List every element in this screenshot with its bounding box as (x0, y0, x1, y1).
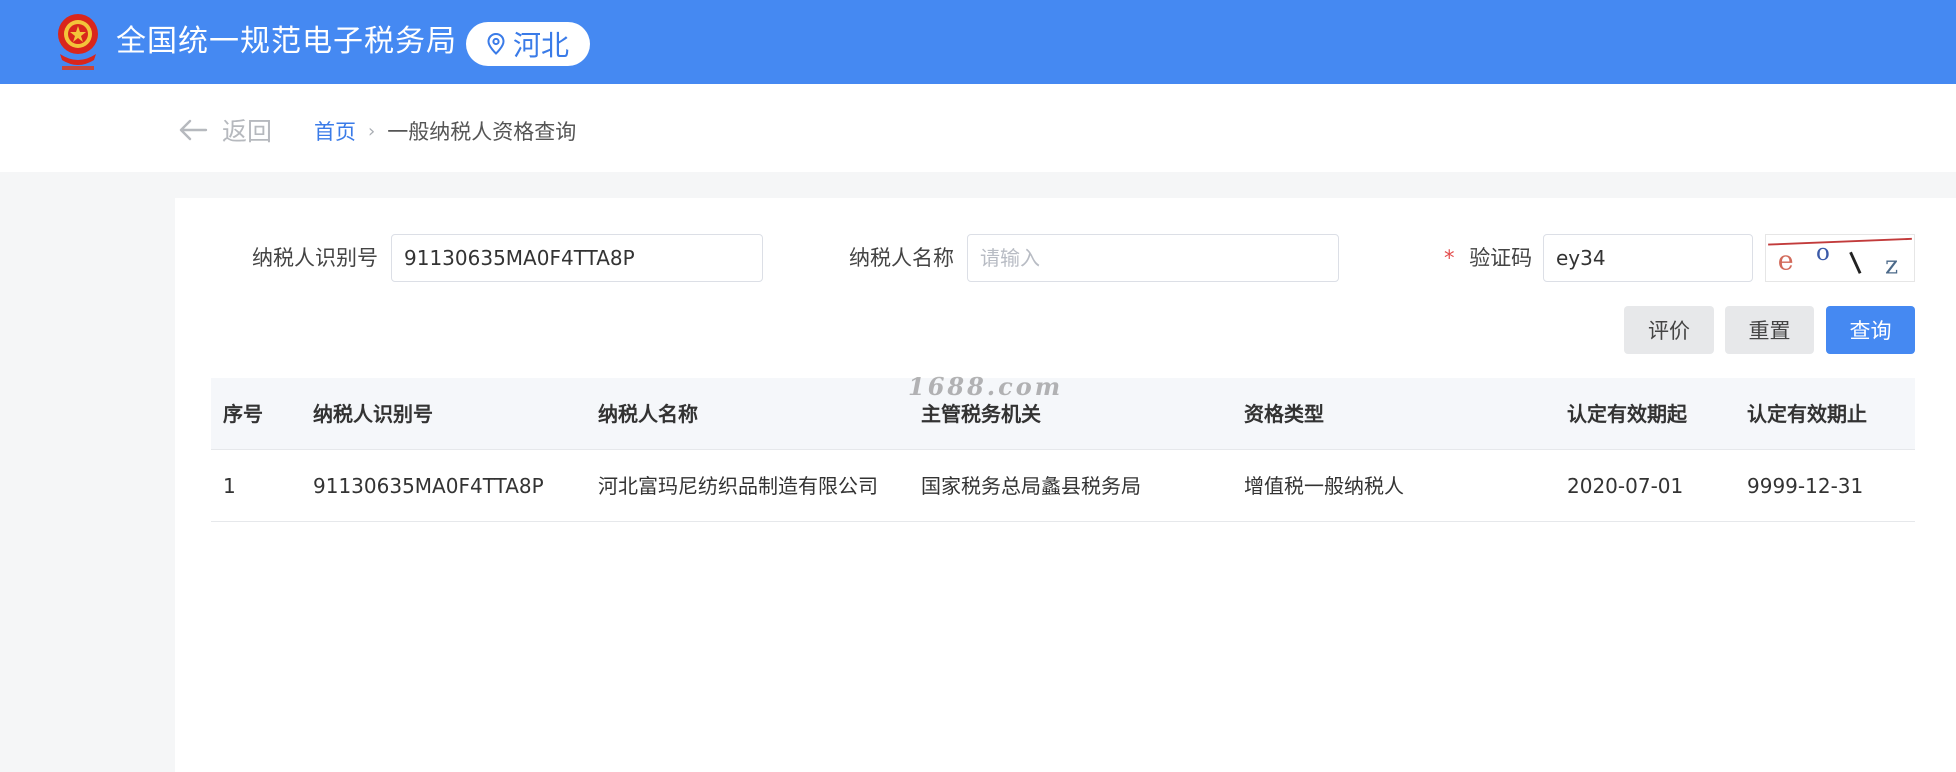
watermark: 1688.com (908, 372, 1064, 401)
taxpayer-name-input[interactable] (967, 234, 1339, 282)
taxpayer-id-input[interactable] (391, 234, 763, 282)
app-title: 全国统一规范电子税务局 (116, 24, 457, 59)
column-header-taxpayer-name: 纳税人名称 (598, 402, 698, 426)
cell-taxpayer-name: 河北富玛尼纺织品制造有限公司 (598, 474, 878, 498)
required-asterisk: * (1444, 246, 1455, 270)
captcha-char-4: z (1885, 250, 1898, 279)
column-header-index: 序号 (223, 402, 263, 426)
taxpayer-id-label: 纳税人识别号 (252, 246, 378, 270)
table-row: 1 91130635MA0F4TTA8P 河北富玛尼纺织品制造有限公司 国家税务… (211, 450, 1915, 522)
query-button[interactable]: 查询 (1826, 306, 1915, 354)
cell-index: 1 (223, 474, 236, 498)
top-header: 全国统一规范电子税务局 河北 (0, 0, 1956, 84)
cell-tax-authority: 国家税务总局蠡县税务局 (921, 474, 1141, 498)
cell-valid-from: 2020-07-01 (1567, 474, 1684, 498)
column-header-taxpayer-id: 纳税人识别号 (313, 402, 433, 426)
cell-valid-to: 9999-12-31 (1747, 474, 1864, 498)
captcha-image[interactable]: e o z (1765, 234, 1915, 282)
cell-taxpayer-id: 91130635MA0F4TTA8P (313, 474, 544, 498)
column-header-qualification-type: 资格类型 (1244, 402, 1324, 426)
captcha-char-1: e (1778, 246, 1794, 277)
chevron-right-icon: › (368, 120, 376, 142)
column-header-valid-from: 认定有效期起 (1567, 402, 1687, 426)
column-header-valid-to: 认定有效期止 (1747, 402, 1867, 426)
breadcrumb-current: 一般纳税人资格查询 (387, 120, 577, 144)
captcha-label: 验证码 (1469, 246, 1533, 270)
captcha-input[interactable] (1543, 234, 1753, 282)
region-selector[interactable]: 河北 (466, 22, 590, 66)
breadcrumb: 首页 › 一般纳税人资格查询 (314, 116, 576, 146)
cell-qualification-type: 增值税一般纳税人 (1244, 474, 1404, 498)
breadcrumb-home-link[interactable]: 首页 (314, 116, 356, 146)
evaluate-button[interactable]: 评价 (1624, 306, 1714, 354)
back-label: 返回 (222, 117, 273, 146)
breadcrumb-bar: 返回 首页 › 一般纳税人资格查询 (0, 84, 1956, 172)
captcha-label-group: * 验证码 (1444, 234, 1532, 282)
location-pin-icon (487, 33, 505, 55)
arrow-left-icon (179, 119, 208, 141)
region-label: 河北 (512, 29, 569, 62)
taxpayer-name-label: 纳税人名称 (849, 246, 954, 270)
national-emblem-icon (58, 14, 98, 70)
reset-button[interactable]: 重置 (1725, 306, 1814, 354)
captcha-char-3 (1849, 251, 1862, 274)
back-button[interactable]: 返回 (178, 112, 272, 148)
captcha-char-2: o (1816, 240, 1830, 266)
